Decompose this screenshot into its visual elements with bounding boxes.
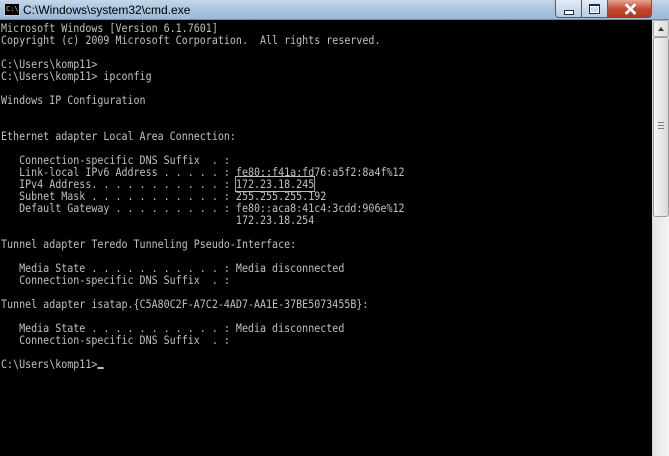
console-prompt-line[interactable]: C:\Users\komp11> xyxy=(1,358,405,370)
text-cursor xyxy=(97,367,104,369)
console-line: Connection-specific DNS Suffix . : xyxy=(1,273,230,287)
minimize-icon xyxy=(563,9,574,15)
cmd-app-icon[interactable]: C:\ xyxy=(4,3,20,16)
console-line: Copyright (c) 2009 Microsoft Corporation… xyxy=(1,33,381,47)
maximize-icon xyxy=(589,3,600,14)
console-line: Windows IP Configuration xyxy=(1,93,146,107)
window-title: C:\Windows\system32\cmd.exe xyxy=(23,3,191,17)
console-line: Ethernet adapter Local Area Connection: xyxy=(1,129,236,143)
scroll-grip-icon xyxy=(658,122,664,123)
console-line: Tunnel adapter isatap.{C5A80C2F-A7C2-4AD… xyxy=(1,297,369,311)
console-text: Microsoft Windows [Version 6.1.7601] Cop… xyxy=(1,22,465,370)
console-line: Connection-specific DNS Suffix . : xyxy=(1,333,230,347)
command-prompt: C:\Users\komp11> xyxy=(1,357,98,371)
title-bar[interactable]: C:\ C:\Windows\system32\cmd.exe xyxy=(0,0,669,20)
minimize-button[interactable] xyxy=(555,0,582,18)
cmd-window: C:\ C:\Windows\system32\cmd.exe Microsof… xyxy=(0,0,669,456)
vertical-scrollbar[interactable] xyxy=(652,20,669,456)
close-icon xyxy=(624,3,636,15)
console-line: 172.23.18.254 xyxy=(1,213,315,227)
scroll-up-arrow-icon[interactable] xyxy=(653,20,669,37)
console-line: C:\Users\komp11> ipconfig xyxy=(1,69,152,83)
close-button[interactable] xyxy=(607,0,652,18)
scroll-thumb[interactable] xyxy=(653,37,669,217)
console-output[interactable]: Microsoft Windows [Version 6.1.7601] Cop… xyxy=(0,20,652,456)
console-line: Tunnel adapter Teredo Tunneling Pseudo-I… xyxy=(1,237,297,251)
maximize-button[interactable] xyxy=(581,0,608,18)
